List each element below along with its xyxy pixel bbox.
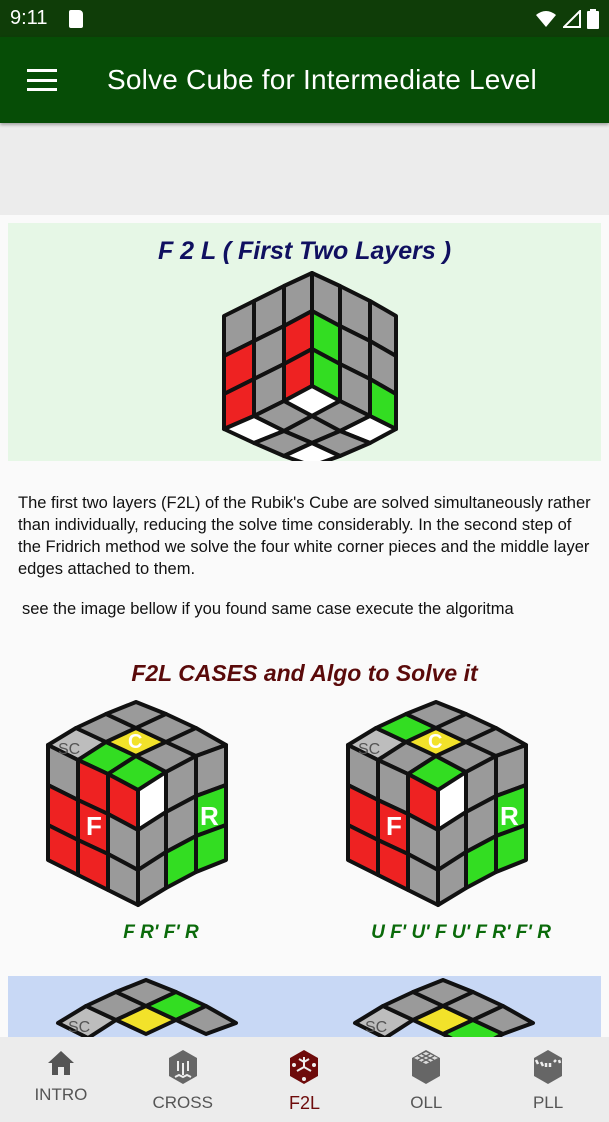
bottom-navigation: INTRO CROSS F2L OLL PLL (0, 1037, 609, 1122)
r-label: R (200, 801, 219, 831)
case-4-cube-image: SC (353, 978, 535, 1037)
c-label: C (128, 731, 142, 753)
ad-banner-area (0, 123, 609, 215)
tab-label: PLL (532, 1093, 564, 1112)
f-label: F (86, 811, 102, 841)
case-1-algorithm: F R' F' R (123, 922, 199, 943)
sc-label: SC (68, 1019, 90, 1036)
tab-label: CROSS (152, 1093, 213, 1112)
home-icon (47, 1051, 74, 1075)
tab-label: INTRO (34, 1085, 88, 1104)
sc-label: SC (365, 1019, 387, 1036)
intro-paragraph: The first two layers (F2L) of the Rubik'… (18, 494, 591, 578)
f-label: F (386, 811, 402, 841)
tab-oll[interactable]: OLL (365, 1037, 487, 1122)
intro-title: F 2 L ( First Two Layers ) (157, 237, 452, 265)
wifi-icon (536, 10, 556, 27)
pll-cube-icon (534, 1050, 563, 1084)
status-bar: 9:11 (0, 0, 609, 37)
c-label: C (428, 731, 442, 753)
r-label: R (500, 801, 519, 831)
tab-intro[interactable]: INTRO (0, 1037, 122, 1122)
app-bar: Solve Cube for Intermediate Level (0, 37, 609, 123)
sd-card-icon (69, 9, 84, 28)
tab-pll[interactable]: PLL (487, 1037, 609, 1122)
app-title: Solve Cube for Intermediate Level (107, 64, 537, 95)
sc-label: SC (58, 741, 80, 758)
f2l-cube-icon (290, 1050, 319, 1084)
case-2-algorithm: U F' U' F U' F R' F' R (371, 922, 551, 943)
case-2-cube-image: SC C F R (346, 700, 528, 907)
intro-card: F 2 L ( First Two Layers ) (8, 223, 601, 461)
f2l-case-1: SC C F R F R' F' R (36, 700, 286, 943)
hamburger-menu-icon[interactable] (27, 69, 57, 91)
signal-icon (563, 9, 581, 28)
f2l-case-2: SC C F R U F' U' F U' F R' F' R (336, 700, 586, 943)
sc-label: SC (358, 741, 380, 758)
tab-label: F2L (288, 1093, 320, 1113)
tab-cross[interactable]: CROSS (122, 1037, 244, 1122)
content-scroll[interactable]: F 2 L ( First Two Layers ) The first two… (0, 215, 609, 1037)
f2l-cases-row-2: SC SC (8, 976, 601, 1037)
oll-cube-icon (412, 1050, 441, 1084)
case-1-cube-image: SC C F R (46, 700, 228, 907)
cross-cube-icon (168, 1050, 197, 1084)
cases-title: F2L CASES and Algo to Solve it (131, 660, 478, 686)
battery-icon (587, 8, 599, 29)
case-3-cube-image: SC (56, 978, 238, 1037)
status-time: 9:11 (10, 7, 48, 29)
tab-label: OLL (410, 1093, 443, 1112)
tab-f2l[interactable]: F2L (244, 1037, 366, 1122)
f2l-cube-image (222, 271, 398, 461)
intro-hint: see the image bellow if you found same c… (22, 600, 514, 618)
